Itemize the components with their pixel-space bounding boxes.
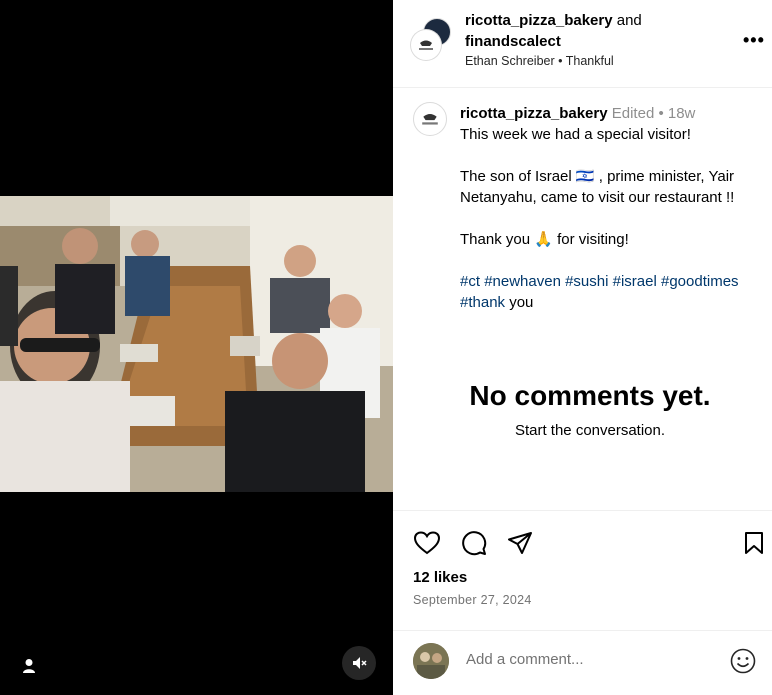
hashtag-link[interactable]: #thank xyxy=(460,294,505,311)
hashtag-tail: you xyxy=(509,294,534,311)
bookmark-icon xyxy=(745,532,763,554)
collab-avatars[interactable] xyxy=(411,18,453,62)
heart-icon xyxy=(414,531,440,555)
add-comment-input[interactable] xyxy=(466,651,716,668)
mute-button[interactable] xyxy=(342,646,376,680)
person-icon xyxy=(23,659,35,673)
speaker-muted-icon xyxy=(353,657,367,669)
header-subline[interactable]: Ethan Schreiber • Thankful xyxy=(465,54,614,68)
caption-line3: Thank you 🙏 for visiting! xyxy=(460,229,765,250)
hashtag-link[interactable]: #sushi xyxy=(565,273,608,290)
caption-avatar[interactable] xyxy=(413,102,447,136)
ricotta-logo-icon xyxy=(422,114,438,125)
share-button[interactable] xyxy=(506,529,534,557)
empty-comments: No comments yet. Start the conversation. xyxy=(393,378,772,439)
empty-comments-title: No comments yet. xyxy=(469,380,711,411)
post-photo[interactable] xyxy=(0,196,393,492)
current-user-avatar xyxy=(413,643,449,679)
hashtag-link[interactable]: #israel xyxy=(613,273,657,290)
share-icon xyxy=(508,532,532,554)
post-date[interactable]: September 27, 2024 xyxy=(413,593,532,607)
comment-bar xyxy=(393,630,772,695)
hashtag-link[interactable]: #ct xyxy=(460,273,480,290)
likes-count[interactable]: 12 likes xyxy=(413,569,467,586)
post-actions: 12 likes September 27, 2024 xyxy=(393,510,772,630)
save-button[interactable] xyxy=(740,529,768,557)
caption-line2: The son of Israel 🇮🇱 , prime minister, Y… xyxy=(460,168,735,206)
caption-hashtags: #ct #newhaven #sushi #israel #goodtimes … xyxy=(460,271,765,313)
header-user2-link[interactable]: finandscalect xyxy=(465,33,561,50)
header-conjunction: and xyxy=(616,12,642,29)
avatar-ricotta[interactable] xyxy=(411,30,441,60)
ricotta-logo-icon xyxy=(419,40,433,50)
avatar-image xyxy=(413,643,449,679)
caption-line1: This week we had a special visitor! xyxy=(460,126,691,143)
caption-body: ricotta_pizza_bakery Edited • 18w This w… xyxy=(460,103,765,313)
smiley-icon xyxy=(730,648,756,674)
emoji-picker-button[interactable] xyxy=(730,648,758,676)
hashtag-link[interactable]: #newhaven xyxy=(484,273,561,290)
caption-username[interactable]: ricotta_pizza_bakery xyxy=(460,105,608,122)
header-user1-link[interactable]: ricotta_pizza_bakery xyxy=(465,12,613,29)
header-usernames: ricotta_pizza_bakery and finandscalect xyxy=(465,10,725,52)
post-sidebar: ricotta_pizza_bakery and finandscalect E… xyxy=(393,0,772,695)
caption-meta: Edited • 18w xyxy=(611,105,696,122)
post-header: ricotta_pizza_bakery and finandscalect E… xyxy=(393,0,772,88)
comment-icon xyxy=(462,531,487,556)
more-horizontal-icon: ••• xyxy=(743,30,765,50)
group-photo-image xyxy=(0,196,393,492)
media-panel xyxy=(0,0,393,695)
like-button[interactable] xyxy=(413,529,441,557)
hashtag-link[interactable]: #goodtimes xyxy=(661,273,739,290)
more-options-button[interactable]: ••• xyxy=(743,30,765,51)
user-tag-button[interactable] xyxy=(17,654,41,678)
comment-button[interactable] xyxy=(460,529,488,557)
empty-comments-subtitle: Start the conversation. xyxy=(514,422,666,439)
caption-line3-before: Thank you xyxy=(460,231,531,248)
caption-line3-after: for visiting! xyxy=(557,231,629,248)
praying-hands-emoji: 🙏 xyxy=(534,231,553,248)
